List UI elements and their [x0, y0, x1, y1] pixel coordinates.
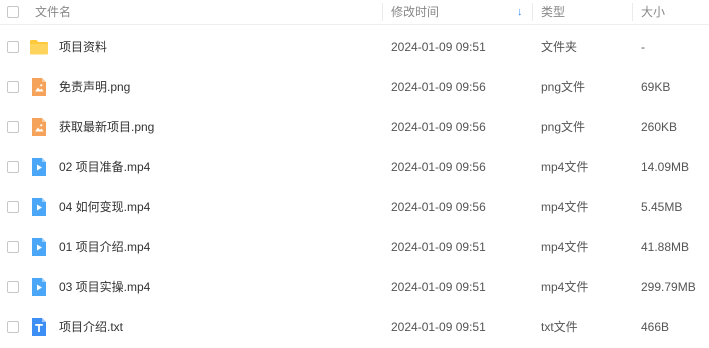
file-size: 260KB [641, 120, 678, 134]
column-divider [532, 3, 533, 21]
modified-time: 2024-01-09 09:56 [391, 80, 486, 94]
file-name[interactable]: 01 项目介绍.mp4 [59, 227, 150, 267]
column-header-type[interactable]: 类型 [541, 0, 565, 24]
modified-time: 2024-01-09 09:56 [391, 120, 486, 134]
file-row[interactable]: 获取最新项目.png 2024-01-09 09:56 png文件 260KB [0, 107, 709, 147]
file-list-table: 文件名 修改时间 ↓ 类型 大小 项目资料 2024-01-09 09:51 文件夹… [0, 0, 709, 348]
file-type: mp4文件 [541, 280, 589, 294]
text-file-icon [29, 317, 49, 337]
modified-time: 2024-01-09 09:51 [391, 240, 486, 254]
file-name[interactable]: 免责声明.png [59, 67, 130, 107]
column-divider [382, 3, 383, 21]
video-file-icon [29, 157, 49, 177]
modified-time: 2024-01-09 09:56 [391, 160, 486, 174]
column-divider [632, 3, 633, 21]
file-type: png文件 [541, 120, 586, 134]
file-row[interactable]: 01 项目介绍.mp4 2024-01-09 09:51 mp4文件 41.88MB [0, 227, 709, 267]
column-header-modified-time[interactable]: 修改时间 [391, 0, 439, 24]
file-size: 299.79MB [641, 280, 696, 294]
file-size: 5.45MB [641, 200, 683, 214]
file-size: 69KB [641, 80, 671, 94]
file-name[interactable]: 02 项目准备.mp4 [59, 147, 150, 187]
row-checkbox[interactable] [7, 241, 19, 253]
file-list-header: 文件名 修改时间 ↓ 类型 大小 [0, 0, 709, 25]
video-file-icon [29, 277, 49, 297]
video-file-icon [29, 237, 49, 257]
file-type: 文件夹 [541, 40, 578, 54]
file-size: 466B [641, 320, 670, 334]
file-name[interactable]: 获取最新项目.png [59, 107, 154, 147]
file-name[interactable]: 项目介绍.txt [59, 307, 123, 347]
file-row[interactable]: 03 项目实操.mp4 2024-01-09 09:51 mp4文件 299.79MB [0, 267, 709, 307]
file-size: 41.88MB [641, 240, 690, 254]
column-header-size[interactable]: 大小 [641, 0, 665, 24]
modified-time: 2024-01-09 09:56 [391, 200, 486, 214]
file-name[interactable]: 03 项目实操.mp4 [59, 267, 150, 307]
image-file-icon [29, 77, 49, 97]
file-type: txt文件 [541, 320, 578, 334]
select-all-checkbox[interactable] [7, 6, 19, 18]
file-name[interactable]: 项目资料 [59, 27, 107, 67]
file-size: 14.09MB [641, 160, 690, 174]
file-type: mp4文件 [541, 240, 589, 254]
row-checkbox[interactable] [7, 201, 19, 213]
modified-time: 2024-01-09 09:51 [391, 280, 486, 294]
file-row[interactable]: 02 项目准备.mp4 2024-01-09 09:56 mp4文件 14.09MB [0, 147, 709, 187]
row-checkbox[interactable] [7, 41, 19, 53]
modified-time: 2024-01-09 09:51 [391, 40, 486, 54]
folder-icon [29, 37, 49, 57]
row-checkbox[interactable] [7, 121, 19, 133]
file-row[interactable]: 项目介绍.txt 2024-01-09 09:51 txt文件 466B [0, 307, 709, 347]
row-checkbox[interactable] [7, 281, 19, 293]
arrow-down-icon[interactable]: ↓ [517, 0, 523, 24]
file-type: mp4文件 [541, 200, 589, 214]
file-type: png文件 [541, 80, 586, 94]
row-checkbox[interactable] [7, 81, 19, 93]
file-row[interactable]: 免责声明.png 2024-01-09 09:56 png文件 69KB [0, 67, 709, 107]
modified-time: 2024-01-09 09:51 [391, 320, 486, 334]
file-type: mp4文件 [541, 160, 589, 174]
column-header-name[interactable]: 文件名 [35, 0, 71, 24]
file-name[interactable]: 04 如何变现.mp4 [59, 187, 150, 227]
file-row[interactable]: 04 如何变现.mp4 2024-01-09 09:56 mp4文件 5.45MB [0, 187, 709, 227]
image-file-icon [29, 117, 49, 137]
file-size: - [641, 40, 645, 54]
row-checkbox[interactable] [7, 161, 19, 173]
video-file-icon [29, 197, 49, 217]
file-row[interactable]: 项目资料 2024-01-09 09:51 文件夹 - [0, 27, 709, 67]
row-checkbox[interactable] [7, 321, 19, 333]
